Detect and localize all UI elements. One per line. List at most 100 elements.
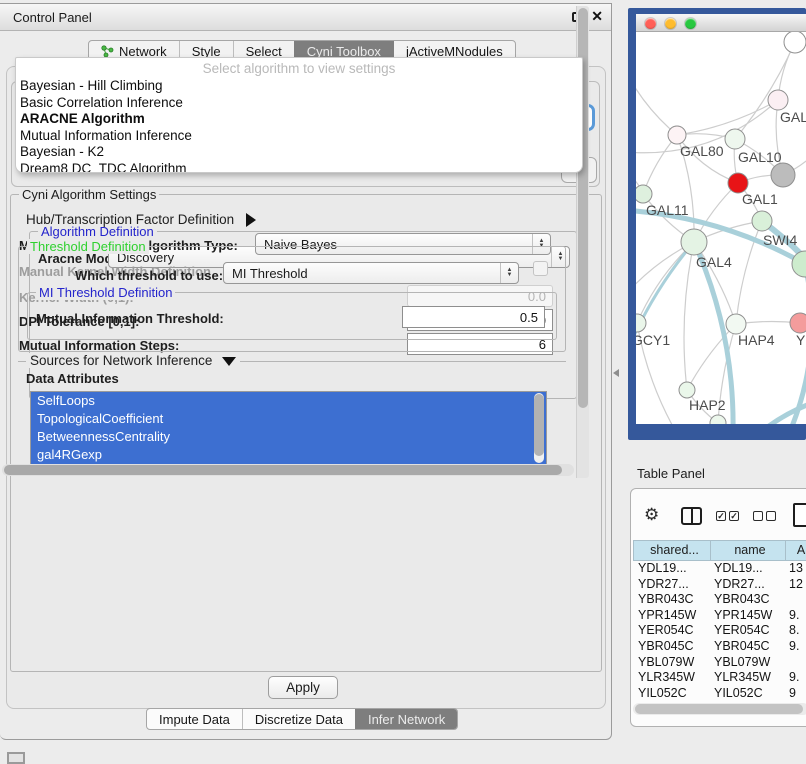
- select-all-icon[interactable]: ✓✓: [716, 511, 739, 521]
- sources-toggle[interactable]: Sources for Network Inference: [26, 353, 240, 368]
- node-label: Y: [796, 332, 806, 348]
- table-row[interactable]: YLR345WYLR345W9.: [633, 670, 806, 686]
- dropdown-item[interactable]: Basic Correlation Inference: [16, 95, 582, 112]
- network-node-gal10[interactable]: [725, 129, 745, 149]
- algorithm-dropdown-popup: Select algorithm to view settings Bayesi…: [15, 57, 583, 173]
- network-graph[interactable]: GALGAL80GAL10GAL1GAL11SWI4GAL4GCY1HAP4YH…: [636, 32, 806, 424]
- network-node[interactable]: [784, 32, 806, 53]
- network-node-hap4[interactable]: [726, 314, 746, 334]
- network-node-swi4[interactable]: [752, 211, 772, 231]
- export-table-icon[interactable]: [793, 503, 806, 527]
- network-node-gal4[interactable]: [681, 229, 707, 255]
- network-node-gal[interactable]: [768, 90, 788, 110]
- network-node[interactable]: [792, 251, 806, 277]
- table-cell: YPR145W: [710, 608, 785, 624]
- network-node-gal1[interactable]: [728, 173, 748, 193]
- node-table: shared...nameA YDL19...YDL19...13YDR27..…: [633, 540, 806, 702]
- table-cell: YER054C: [633, 623, 710, 639]
- network-edge[interactable]: [636, 72, 677, 135]
- network-node-gal11[interactable]: [636, 185, 652, 203]
- dropdown-item[interactable]: Dream8 DC_TDC Algorithm: [16, 161, 582, 174]
- mi-threshold-field[interactable]: [402, 306, 545, 328]
- mac-close-icon[interactable]: [645, 18, 656, 29]
- table-row[interactable]: YBR043CYBR043C: [633, 592, 806, 608]
- apply-button[interactable]: Apply: [268, 676, 338, 699]
- tab-discretize-data[interactable]: Discretize Data: [242, 709, 355, 729]
- gear-icon[interactable]: ⚙: [644, 505, 659, 525]
- table-cell: 13: [785, 561, 806, 577]
- mi-threshold-group: MI Threshold Definition Mutual Informati…: [27, 292, 557, 340]
- table-cell: YDR27...: [710, 577, 785, 593]
- control-panel-title: Control Panel: [13, 10, 92, 25]
- data-attributes-list: SelfLoopsTopologicalCoefficientBetweenne…: [30, 391, 547, 465]
- table-row[interactable]: YPR145WYPR145W9.: [633, 608, 806, 624]
- column-header-2[interactable]: A: [785, 540, 806, 561]
- table-horizontal-scrollbar[interactable]: [633, 703, 806, 715]
- dropdown-item[interactable]: Bayesian - Hill Climbing: [16, 78, 582, 95]
- column-header-1[interactable]: name: [710, 540, 785, 561]
- network-node[interactable]: [710, 415, 726, 424]
- attributes-scrollbar[interactable]: [534, 393, 544, 463]
- table-row[interactable]: YBR045CYBR045C9.: [633, 639, 806, 655]
- table-cell: YDL19...: [633, 561, 710, 577]
- mac-minimize-icon[interactable]: [665, 18, 676, 29]
- table-row[interactable]: YDR27...YDR27...12: [633, 577, 806, 593]
- expanded-arrow-icon: [222, 357, 236, 366]
- splitter-collapse-icon[interactable]: [613, 369, 619, 377]
- table-row[interactable]: YDL19...YDL19...13: [633, 561, 806, 577]
- dropdown-item[interactable]: ARACNE Algorithm: [16, 111, 582, 128]
- table-cell: YDR27...: [633, 577, 710, 593]
- table-cell: YER054C: [710, 623, 785, 639]
- tab-impute-data[interactable]: Impute Data: [147, 709, 242, 729]
- collapsed-panel-button[interactable]: [7, 752, 25, 764]
- network-edge[interactable]: [677, 100, 778, 135]
- table-row[interactable]: YBL079WYBL079W: [633, 655, 806, 671]
- scrollbar-thumb[interactable]: [534, 394, 544, 456]
- column-view-icon[interactable]: [681, 507, 702, 525]
- bottom-tabbar: Impute DataDiscretize DataInfer Network: [146, 708, 458, 730]
- network-window-titlebar: [636, 14, 806, 32]
- node-label: GAL80: [680, 143, 724, 159]
- settings-group-title: Cyni Algorithm Settings: [19, 187, 159, 202]
- hub-definition-toggle[interactable]: Hub/Transcription Factor Definition: [26, 212, 256, 227]
- hub-definition-label: Hub/Transcription Factor Definition: [26, 212, 234, 227]
- scrollbar-thumb[interactable]: [635, 704, 803, 714]
- table-cell: [785, 655, 806, 671]
- mi-threshold-label: Mutual Information Threshold:: [36, 311, 224, 326]
- attribute-item[interactable]: gal4RGexp: [31, 446, 546, 464]
- table-cell: YBR043C: [710, 592, 785, 608]
- close-icon[interactable]: ✕: [591, 8, 603, 25]
- deselect-all-icon[interactable]: [753, 511, 776, 521]
- table-cell: YIL052C: [710, 686, 785, 702]
- mac-maximize-icon[interactable]: [685, 18, 696, 29]
- table-cell: YIL052C: [633, 686, 710, 702]
- attribute-item[interactable]: TopologicalCoefficient: [31, 410, 546, 428]
- network-node-hap2[interactable]: [679, 382, 695, 398]
- dropdown-item-list: Bayesian - Hill ClimbingBasic Correlatio…: [16, 78, 582, 173]
- table-cell: YDL19...: [710, 561, 785, 577]
- network-node-gal80[interactable]: [668, 126, 686, 144]
- tab-infer-network[interactable]: Infer Network: [355, 709, 457, 729]
- node-label: GAL1: [742, 191, 778, 207]
- which-threshold-combo[interactable]: MI Threshold ▲▼: [223, 262, 519, 284]
- combo-stepper-icon: ▲▼: [500, 263, 518, 283]
- node-label: SWI4: [763, 232, 797, 248]
- table-row[interactable]: YIL052CYIL052C9: [633, 686, 806, 702]
- table-body: YDL19...YDL19...13YDR27...YDR27...12YBR0…: [633, 561, 806, 701]
- table-toolbar: ⚙ ✓✓: [636, 503, 806, 535]
- attribute-item[interactable]: SelfLoops: [31, 392, 546, 410]
- network-edge[interactable]: [643, 135, 677, 194]
- network-node-y[interactable]: [790, 313, 806, 333]
- dropdown-item[interactable]: Mutual Information Inference: [16, 128, 582, 145]
- network-edge[interactable]: [684, 242, 694, 390]
- attribute-item[interactable]: BetweennessCentrality: [31, 428, 546, 446]
- scrollbar-thumb[interactable]: [4, 465, 562, 475]
- table-row[interactable]: YER054CYER054C8.: [633, 623, 806, 639]
- network-node[interactable]: [771, 163, 795, 187]
- table-cell: YBR043C: [633, 592, 710, 608]
- node-label: GAL: [780, 109, 806, 125]
- settings-horizontal-scrollbar[interactable]: [2, 464, 574, 476]
- column-header-0[interactable]: shared...: [633, 540, 710, 561]
- dropdown-item[interactable]: Bayesian - K2: [16, 144, 582, 161]
- node-label: GAL11: [646, 202, 689, 218]
